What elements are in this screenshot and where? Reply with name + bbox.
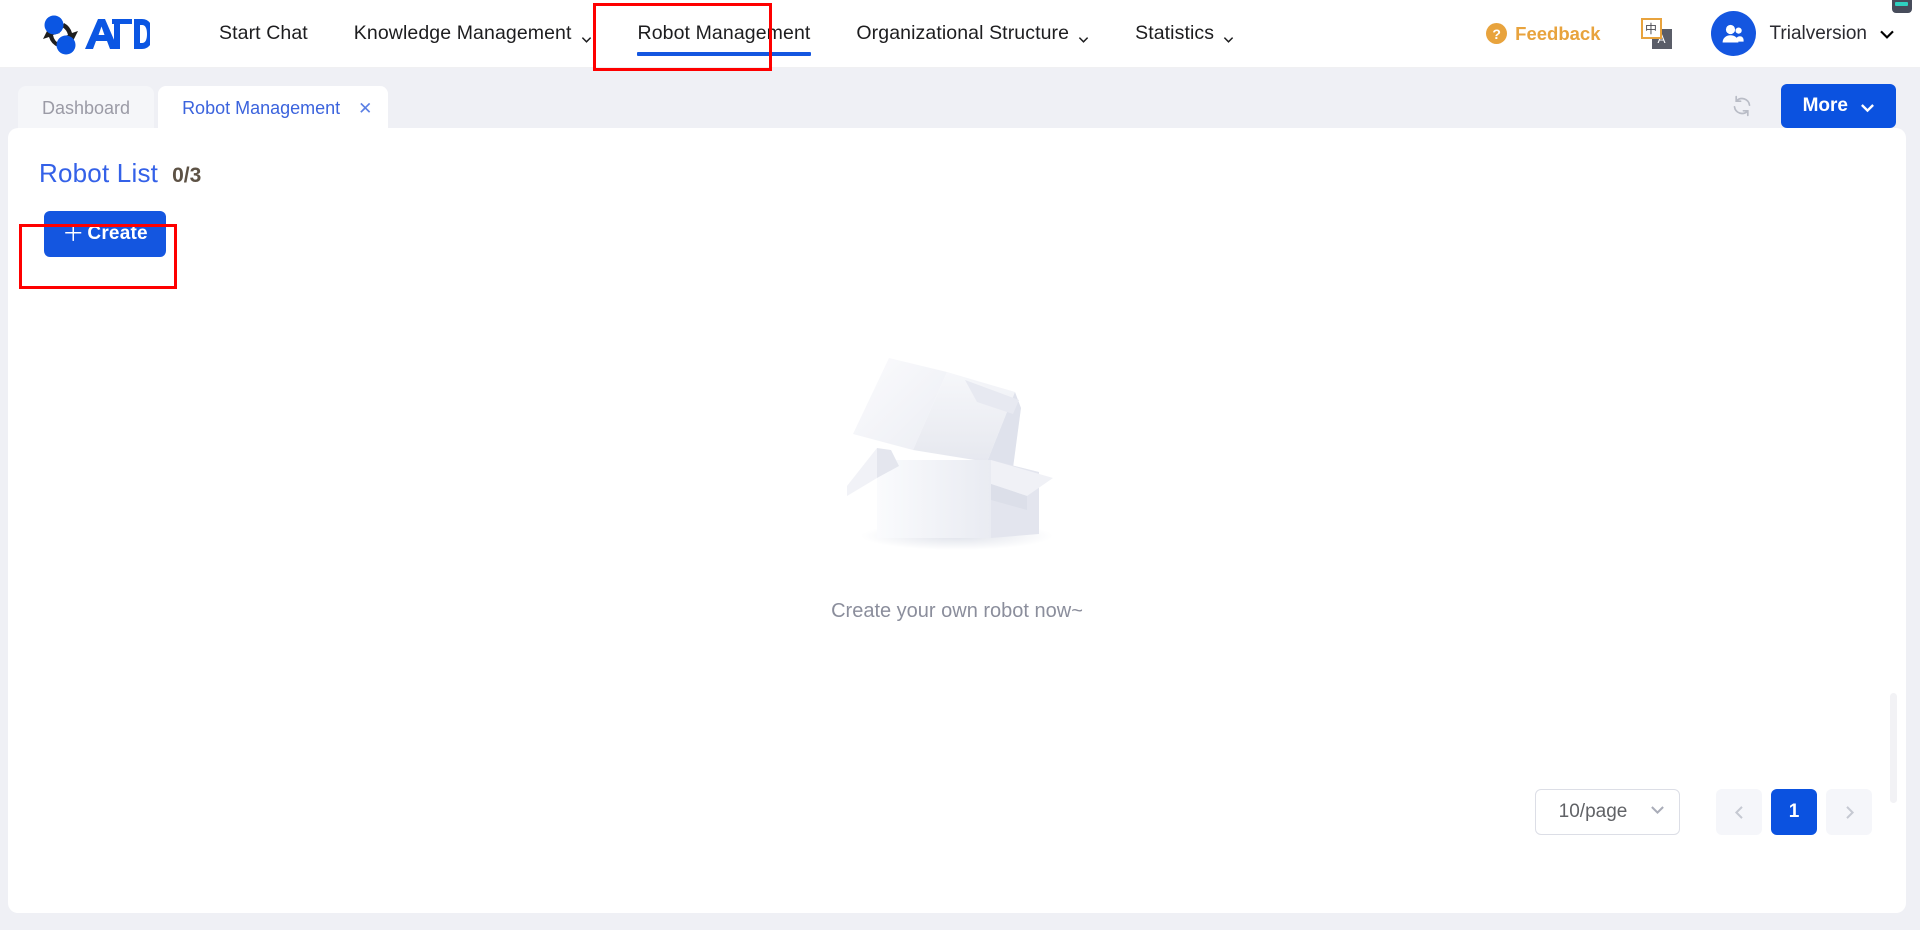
nav-item-robot-management[interactable]: Robot Management bbox=[615, 0, 834, 68]
corner-widget-chip bbox=[1892, 0, 1912, 13]
pagination-next-button[interactable] bbox=[1826, 789, 1872, 835]
empty-box-illustration bbox=[847, 358, 1053, 550]
page-size-select[interactable]: 10/page bbox=[1535, 789, 1680, 835]
create-button-label: Create bbox=[87, 223, 148, 244]
aid-logo[interactable] bbox=[28, 11, 150, 57]
robot-count-badge: 0/3 bbox=[172, 164, 202, 187]
nav-active-underline bbox=[636, 51, 812, 56]
nav-item-organizational-structure[interactable]: Organizational Structure bbox=[833, 0, 1112, 68]
pagination-page-1[interactable]: 1 bbox=[1771, 789, 1817, 835]
nav-item-statistics[interactable]: Statistics bbox=[1112, 0, 1257, 68]
nav-label: Start Chat bbox=[219, 22, 308, 44]
language-switch-icon[interactable]: A 中 bbox=[1640, 17, 1675, 50]
tab-dashboard[interactable]: Dashboard bbox=[18, 86, 155, 130]
feedback-label: Feedback bbox=[1515, 22, 1601, 44]
chevron-down-icon bbox=[581, 28, 592, 43]
refresh-icon[interactable] bbox=[1725, 89, 1759, 123]
app-header: Start Chat Knowledge Management Robot Ma… bbox=[0, 0, 1920, 68]
page-size-label: 10/page bbox=[1558, 801, 1628, 822]
chevron-down-icon bbox=[1223, 28, 1234, 43]
language-cn-glyph: 中 bbox=[1640, 17, 1662, 39]
chevron-down-icon bbox=[1650, 801, 1665, 823]
pagination: 10/page 1 bbox=[1535, 789, 1872, 835]
nav-label: Knowledge Management bbox=[353, 22, 572, 44]
nav-label: Organizational Structure bbox=[856, 22, 1070, 44]
plus-icon: ＋ bbox=[62, 221, 85, 246]
chevron-down-icon bbox=[1860, 99, 1874, 113]
nav-item-start-chat[interactable]: Start Chat bbox=[196, 0, 331, 68]
close-icon[interactable]: ✕ bbox=[358, 100, 372, 117]
nav-item-knowledge-management[interactable]: Knowledge Management bbox=[331, 0, 615, 68]
username-label: Trialversion bbox=[1769, 22, 1868, 44]
empty-state: Create your own robot now~ bbox=[8, 338, 1906, 623]
nav-label: Statistics bbox=[1135, 22, 1215, 44]
page-title: Robot List bbox=[39, 158, 159, 188]
nav-label: Robot Management bbox=[637, 22, 811, 44]
more-button-label: More bbox=[1802, 95, 1848, 116]
chevron-down-icon bbox=[1078, 28, 1089, 43]
header-actions: ? Feedback A 中 Trialversion bbox=[1486, 11, 1894, 56]
question-mark-circle-icon: ? bbox=[1486, 23, 1508, 44]
feedback-button[interactable]: ? Feedback bbox=[1486, 22, 1601, 45]
main-nav: Start Chat Knowledge Management Robot Ma… bbox=[196, 0, 1257, 68]
pagination-page-number: 1 bbox=[1788, 801, 1800, 822]
empty-state-text: Create your own robot now~ bbox=[831, 600, 1083, 622]
more-button[interactable]: More bbox=[1780, 84, 1896, 128]
user-avatar-icon bbox=[1722, 24, 1744, 42]
aid-logo-icon bbox=[43, 15, 150, 54]
tab-bar-actions: More bbox=[1725, 84, 1896, 128]
tab-bar: Dashboard Robot Management ✕ More bbox=[0, 68, 1920, 130]
tab-label: Robot Management bbox=[182, 97, 341, 118]
tab-robot-management[interactable]: Robot Management ✕ bbox=[158, 86, 389, 130]
tab-label: Dashboard bbox=[42, 97, 131, 118]
create-robot-button[interactable]: ＋ Create bbox=[44, 211, 166, 257]
robot-list-card: Robot List 0/3 ＋ Create Create your own … bbox=[8, 128, 1906, 913]
chevron-down-icon[interactable] bbox=[1879, 26, 1894, 41]
avatar[interactable] bbox=[1710, 11, 1756, 56]
robot-list-header: Robot List 0/3 bbox=[8, 128, 1906, 189]
pagination-prev-button[interactable] bbox=[1716, 789, 1762, 835]
vertical-scrollbar[interactable] bbox=[1890, 693, 1897, 803]
